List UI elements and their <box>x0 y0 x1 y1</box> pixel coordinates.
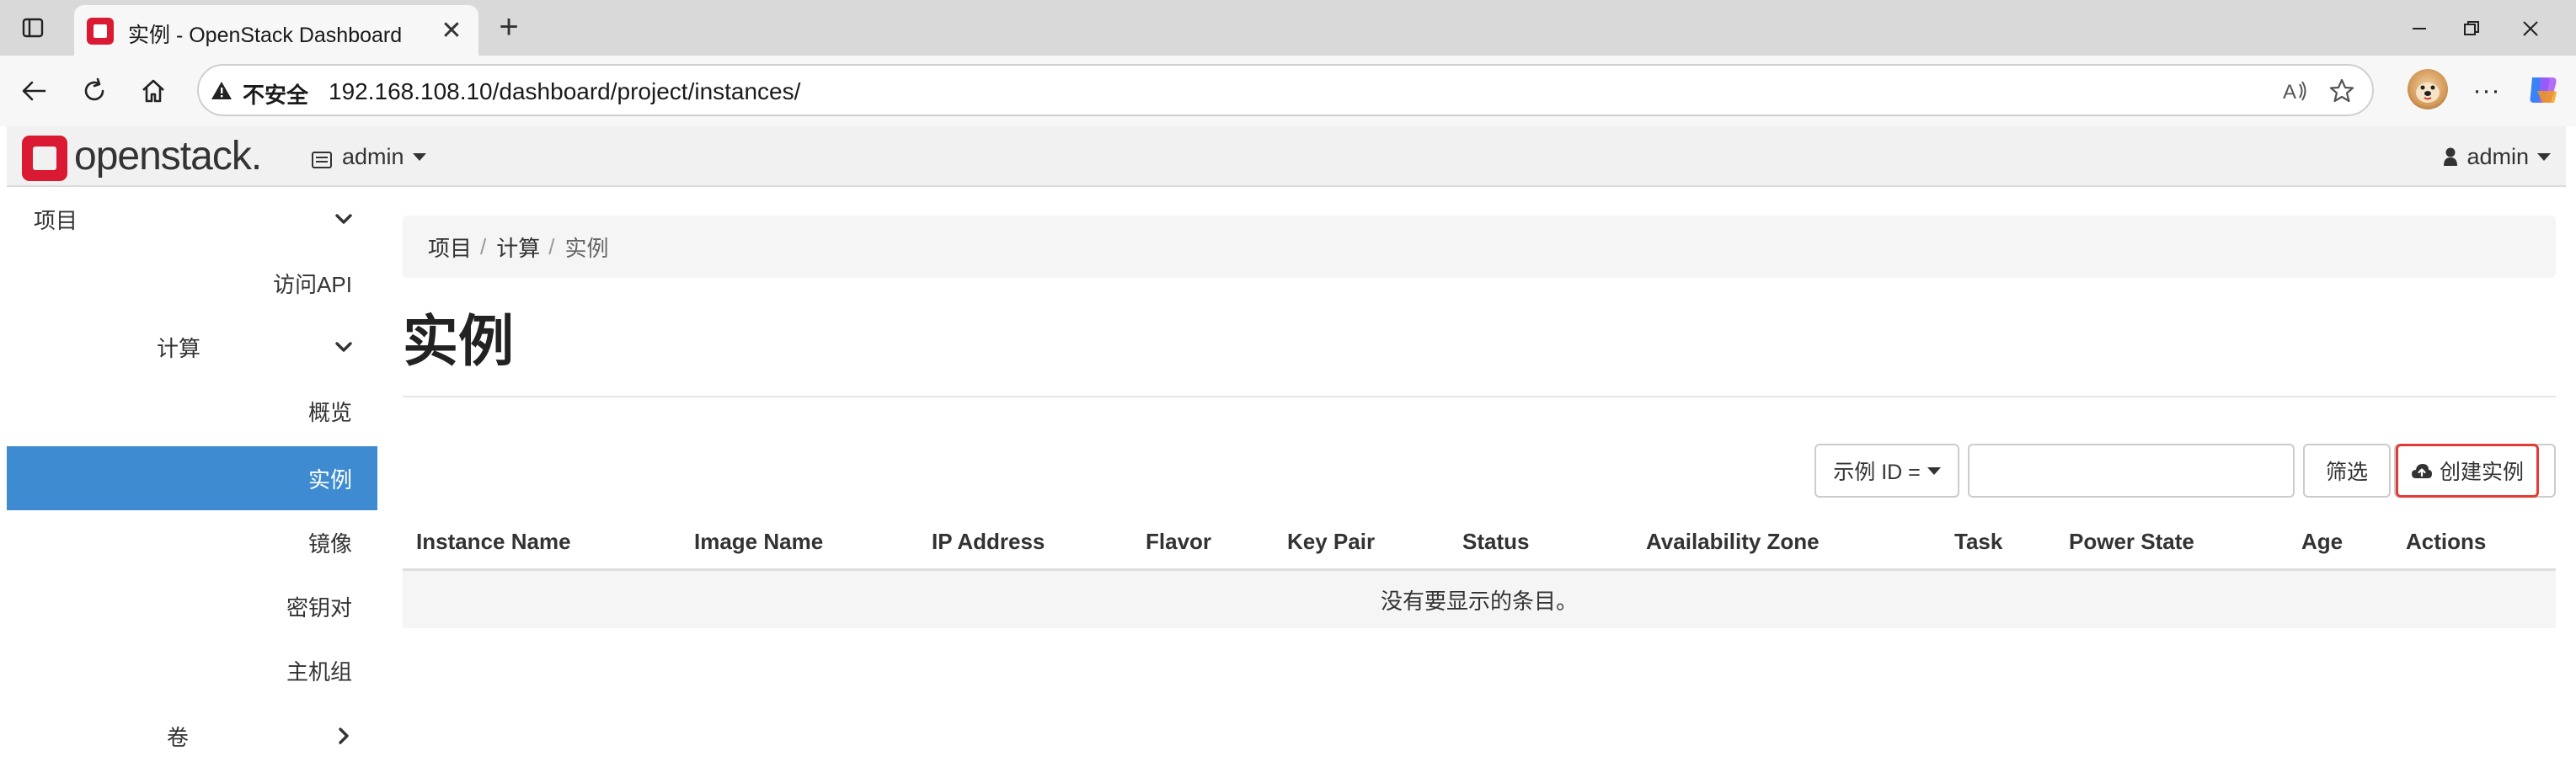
create-instance-button[interactable]: 创建实例 <box>2396 444 2539 498</box>
tab-close-icon[interactable]: ✕ <box>436 15 467 45</box>
caret-down-icon <box>2537 152 2551 161</box>
profile-avatar[interactable] <box>2408 69 2448 109</box>
sidebar-item-label: 主机组 <box>286 658 352 685</box>
breadcrumb-separator: / <box>480 233 487 259</box>
breadcrumb-separator: / <box>548 233 555 259</box>
read-aloud-icon[interactable]: A <box>2279 76 2310 106</box>
sidebar-item-label: 计算 <box>157 335 201 361</box>
title-divider <box>403 396 2556 397</box>
column-header-ip-address[interactable]: IP Address <box>932 529 1045 555</box>
column-header-image-name[interactable]: Image Name <box>694 529 823 555</box>
cloud-upload-icon <box>2411 461 2433 480</box>
page-title: 实例 <box>403 310 514 372</box>
sidebar-item-compute[interactable]: 计算 <box>7 315 377 379</box>
column-header-actions: Actions <box>2406 529 2487 554</box>
sidebar-item-instances[interactable]: 实例 <box>7 446 377 510</box>
filter-field-dropdown[interactable]: 示例 ID = <box>1814 444 1959 498</box>
filter-field-label: 示例 ID = <box>1833 461 1921 484</box>
sidebar-item-server-groups[interactable]: 主机组 <box>7 638 377 702</box>
column-header-task[interactable]: Task <box>1954 529 2002 555</box>
column-header-flavor[interactable]: Flavor <box>1146 529 1211 555</box>
browser-tab-bar: 实例 - OpenStack Dashboard ✕ + <box>0 0 2576 56</box>
refresh-icon[interactable] <box>76 72 113 109</box>
sidebar-item-key-pairs[interactable]: 密钥对 <box>7 574 377 638</box>
instances-table: Instance Name Image Name IP Address Flav… <box>403 514 2556 628</box>
browser-toolbar: 不安全 192.168.108.10/dashboard/project/ins… <box>0 56 2576 126</box>
create-instance-label: 创建实例 <box>2439 461 2524 484</box>
warning-icon[interactable] <box>211 80 232 102</box>
breadcrumb: 项目 / 计算 / 实例 <box>403 216 2556 278</box>
column-header-power-state[interactable]: Power State <box>2069 529 2194 555</box>
minimize-icon[interactable] <box>2402 12 2436 45</box>
breadcrumb-item-project[interactable]: 项目 <box>428 232 472 263</box>
openstack-logo[interactable]: openstack. <box>22 133 283 181</box>
insecure-label[interactable]: 不安全 <box>243 78 308 109</box>
column-header-status[interactable]: Status <box>1462 529 1529 555</box>
new-tab-button[interactable]: + <box>492 8 526 45</box>
back-arrow-icon[interactable] <box>15 72 52 109</box>
url-text[interactable]: 192.168.108.10/dashboard/project/instanc… <box>329 78 800 105</box>
sidebar-item-project[interactable]: 项目 <box>7 187 377 251</box>
user-icon <box>2443 147 2458 167</box>
sidebar-item-label: 实例 <box>307 466 352 493</box>
openstack-logo-icon <box>22 136 67 181</box>
column-header-key-pair[interactable]: Key Pair <box>1287 529 1375 555</box>
column-header-availability-zone[interactable]: Availability Zone <box>1646 529 1820 555</box>
favorite-star-icon[interactable] <box>2327 76 2357 106</box>
chevron-down-icon <box>334 337 354 357</box>
chevron-right-icon <box>334 726 354 746</box>
browser-tab-active[interactable]: 实例 - OpenStack Dashboard ✕ <box>74 5 478 56</box>
table-header: Instance Name Image Name IP Address Flav… <box>403 514 2556 571</box>
sidebar-item-label: 卷 <box>167 724 190 750</box>
copilot-icon[interactable] <box>2524 71 2563 109</box>
project-list-icon <box>312 148 332 168</box>
openstack-favicon-icon <box>86 17 115 45</box>
caret-down-icon <box>1927 466 1941 475</box>
column-header-age[interactable]: Age <box>2301 529 2343 555</box>
chevron-down-icon <box>334 209 354 229</box>
sidebar-item-label: 概览 <box>307 399 352 425</box>
restore-icon[interactable] <box>2455 12 2488 45</box>
tab-actions-icon[interactable] <box>19 13 47 42</box>
empty-message: 没有要显示的条目。 <box>1380 588 1578 614</box>
breadcrumb-item-instances: 实例 <box>564 235 609 261</box>
table-empty-row: 没有要显示的条目。 <box>403 571 2556 628</box>
caret-down-icon <box>412 152 426 161</box>
project-dropdown[interactable]: admin <box>312 140 426 173</box>
user-name: admin <box>2466 143 2529 169</box>
openstack-logo-text: openstack. <box>74 134 262 179</box>
more-options-icon[interactable]: ··· <box>2468 72 2505 109</box>
sidebar: 项目 访问API 计算 概览 实例 镜像 密钥对 主机组 卷 <box>7 187 377 778</box>
address-bar[interactable]: 不安全 192.168.108.10/dashboard/project/ins… <box>197 64 2374 116</box>
home-icon[interactable] <box>135 72 172 109</box>
filter-button[interactable]: 筛选 <box>2303 444 2391 498</box>
sidebar-item-label: 密钥对 <box>286 594 352 621</box>
sidebar-item-overview[interactable]: 概览 <box>7 379 377 443</box>
breadcrumb-item-compute[interactable]: 计算 <box>496 232 540 263</box>
sidebar-item-api-access[interactable]: 访问API <box>7 251 377 315</box>
sidebar-item-images[interactable]: 镜像 <box>7 510 377 574</box>
project-name: admin <box>342 143 404 169</box>
user-dropdown[interactable]: admin <box>2443 140 2551 173</box>
sidebar-item-label: 项目 <box>34 207 78 233</box>
window-close-icon[interactable] <box>2514 12 2547 45</box>
svg-text:A: A <box>2283 81 2296 104</box>
openstack-navbar: openstack. admin admin <box>7 126 2566 187</box>
filter-input[interactable] <box>1968 444 2295 498</box>
column-header-instance-name[interactable]: Instance Name <box>416 529 571 555</box>
table-actions-group: 创建实例 <box>2394 444 2556 498</box>
tab-title: 实例 - OpenStack Dashboard <box>128 24 403 47</box>
sidebar-item-volumes[interactable]: 卷 <box>7 704 377 768</box>
sidebar-item-label: 镜像 <box>307 530 352 557</box>
sidebar-item-label: 访问API <box>273 271 352 297</box>
